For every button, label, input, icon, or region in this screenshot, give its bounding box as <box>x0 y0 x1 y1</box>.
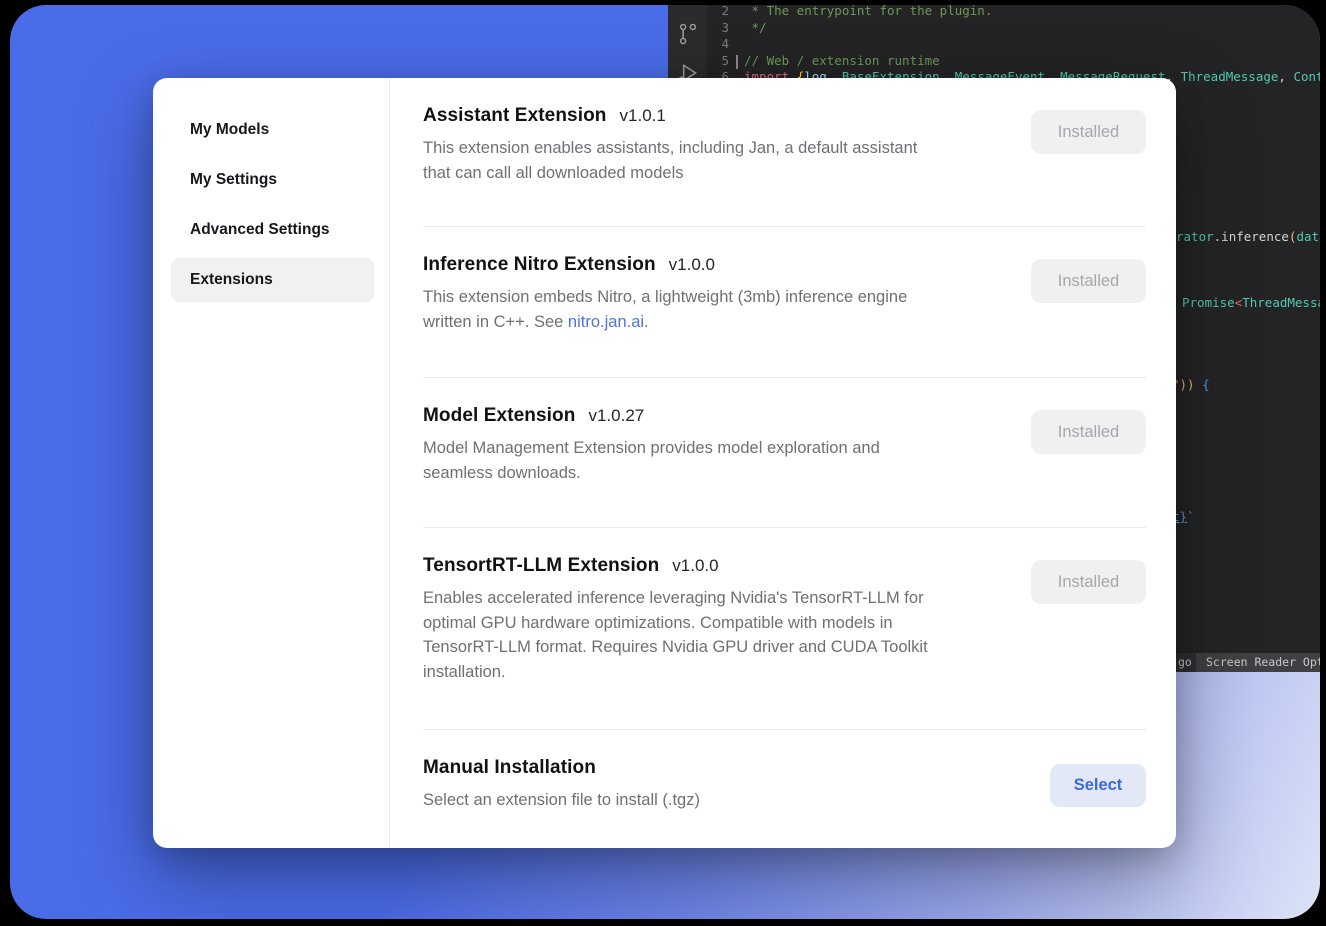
installed-button[interactable]: Installed <box>1031 410 1146 454</box>
extension-version: v1.0.1 <box>620 106 666 126</box>
extension-title: TensortRT-LLM Extension <box>423 555 659 577</box>
code-line: 3 */ <box>707 20 1320 37</box>
source-control-icon[interactable] <box>675 21 701 47</box>
code-lines: 2 * The entrypoint for the plugin. 3 */ … <box>707 5 1320 86</box>
extension-entry-nitro: Inference Nitro Extension v1.0.0 This ex… <box>423 227 1146 378</box>
installed-button[interactable]: Installed <box>1031 560 1146 604</box>
extension-version: v1.0.0 <box>672 556 718 576</box>
code-line: 4 <box>707 36 1320 53</box>
extensions-list: Assistant Extension v1.0.1 This extensio… <box>390 78 1176 848</box>
manual-installation-title: Manual Installation <box>423 757 596 779</box>
code-line: 5 // Web / extension runtime <box>707 53 1320 70</box>
settings-sidebar: My Models My Settings Advanced Settings … <box>153 78 390 848</box>
sidebar-item-my-settings[interactable]: My Settings <box>171 158 374 202</box>
line-number: 2 <box>707 5 729 20</box>
code-fragment: Promise<ThreadMessage> <box>1182 295 1320 311</box>
code-line: 2 * The entrypoint for the plugin. <box>707 5 1320 20</box>
extension-entry-tensorrt: TensortRT-LLM Extension v1.0.0 Enables a… <box>423 528 1146 730</box>
code-fragment: ")) { <box>1172 377 1210 393</box>
extension-title: Inference Nitro Extension <box>423 254 656 276</box>
nitro-jan-ai-link[interactable]: nitro.jan.ai. <box>568 313 649 331</box>
manual-installation-section: Manual Installation Select an extension … <box>423 730 1146 848</box>
code-fragment: rator.inference(data)); <box>1176 229 1320 245</box>
sidebar-item-extensions[interactable]: Extensions <box>171 258 374 302</box>
extension-title: Model Extension <box>423 405 575 427</box>
extension-description: Enables accelerated inference leveraging… <box>423 586 1013 684</box>
extension-title: Assistant Extension <box>423 105 607 127</box>
installed-button[interactable]: Installed <box>1031 259 1146 303</box>
extension-description: This extension embeds Nitro, a lightweig… <box>423 285 1013 334</box>
line-number: 3 <box>707 20 729 37</box>
sidebar-item-advanced-settings[interactable]: Advanced Settings <box>171 208 374 252</box>
code-text: * The entrypoint for the plugin. <box>744 5 992 20</box>
code-text: */ <box>744 20 767 37</box>
line-number: 4 <box>707 36 729 53</box>
line-number: 5 <box>707 53 729 70</box>
extension-version: v1.0.0 <box>669 255 715 275</box>
sidebar-item-my-models[interactable]: My Models <box>171 108 374 152</box>
screen-reader-optimize-status[interactable]: Screen Reader Optimize <box>1196 653 1320 672</box>
text-cursor <box>736 55 738 69</box>
select-file-button[interactable]: Select <box>1050 764 1146 807</box>
installed-button[interactable]: Installed <box>1031 110 1146 154</box>
settings-modal: My Models My Settings Advanced Settings … <box>153 78 1176 848</box>
manual-installation-description: Select an extension file to install (.tg… <box>423 788 1013 813</box>
screenshot-canvas: 2 * The entrypoint for the plugin. 3 */ … <box>0 0 1326 926</box>
extension-entry-assistant: Assistant Extension v1.0.1 This extensio… <box>423 78 1146 227</box>
code-text: // Web / extension runtime <box>744 53 940 70</box>
status-bar-text: go <box>1178 653 1192 672</box>
extension-entry-model: Model Extension v1.0.27 Model Management… <box>423 378 1146 528</box>
extension-description: This extension enables assistants, inclu… <box>423 136 1013 185</box>
extension-description: Model Management Extension provides mode… <box>423 436 1013 485</box>
extension-version: v1.0.27 <box>588 406 644 426</box>
